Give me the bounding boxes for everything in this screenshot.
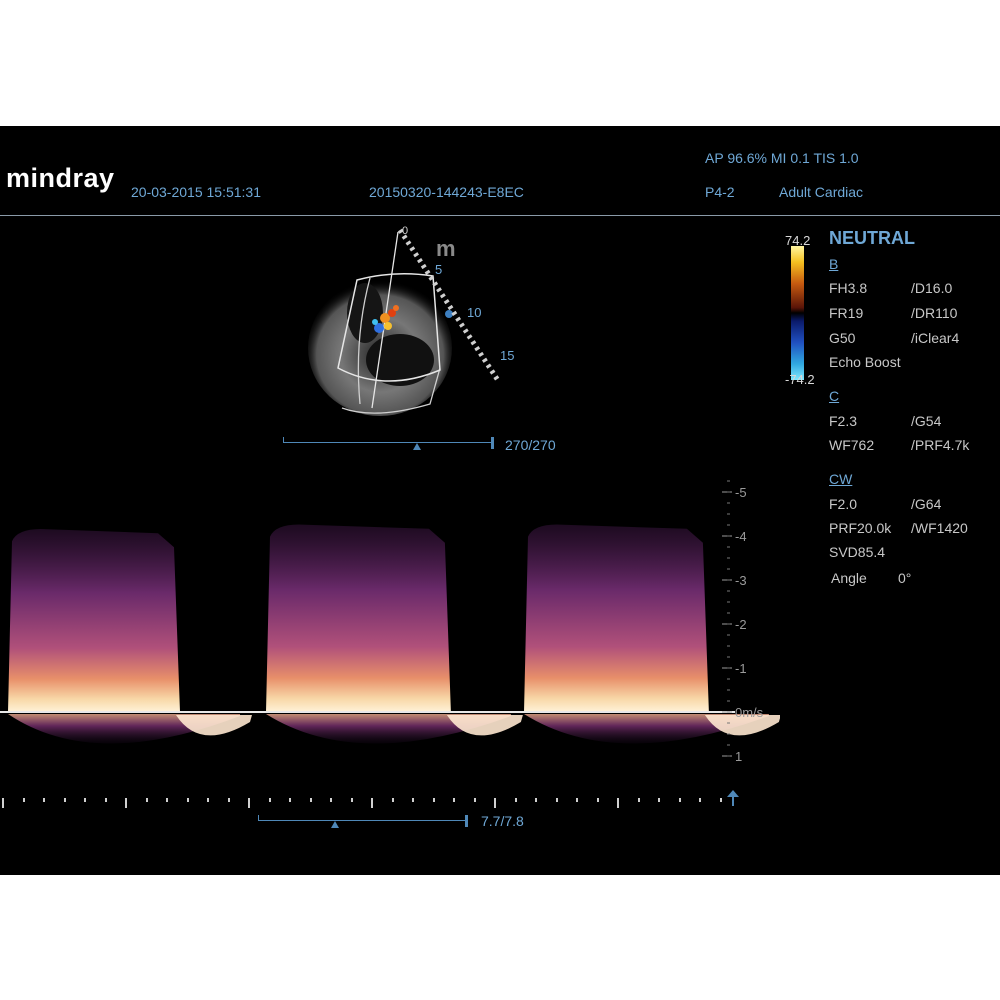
time-tick xyxy=(309,798,312,802)
time-tick xyxy=(535,798,537,802)
time-tick xyxy=(494,798,496,808)
time-tick xyxy=(289,798,291,802)
cw-mode-header: CW xyxy=(829,471,853,487)
depth-tick: 15 xyxy=(500,348,514,363)
probe-name: P4-2 xyxy=(705,184,735,200)
scale-tick-label: 1 xyxy=(735,749,742,764)
time-tick xyxy=(104,798,107,802)
time-tick xyxy=(84,798,86,802)
cw-param-left: F2.0 xyxy=(829,496,858,512)
time-tick xyxy=(22,798,25,802)
time-counter: 7.7/7.8 xyxy=(481,813,524,829)
angle-label: Angle xyxy=(831,570,867,586)
cw-param-right: /G64 xyxy=(911,496,942,512)
depth-tick: 0 xyxy=(402,225,408,237)
time-tick xyxy=(658,798,660,802)
forward-flow-envelope xyxy=(266,524,451,712)
time-tick xyxy=(596,798,599,802)
b-param-right: /DR110 xyxy=(911,305,958,321)
time-tick xyxy=(371,798,373,808)
c-param-right: /PRF4.7k xyxy=(911,437,970,453)
time-tick xyxy=(248,798,250,808)
cine-end-marker xyxy=(491,437,494,449)
scale-tick-label: -2 xyxy=(735,617,747,632)
time-tick xyxy=(412,798,414,802)
time-tick xyxy=(268,798,271,802)
time-tick xyxy=(166,798,168,802)
scale-tick-label: -5 xyxy=(735,485,747,500)
time-tick xyxy=(555,798,558,802)
depth-tick: 5 xyxy=(435,262,442,277)
time-tick xyxy=(186,798,189,802)
time-tick xyxy=(391,798,394,802)
time-tick xyxy=(637,798,640,802)
exam-id: 20150320-144243-E8EC xyxy=(369,184,524,200)
svd-value: SVD85.4 xyxy=(829,544,886,560)
time-tick xyxy=(2,798,4,808)
time-tick xyxy=(473,798,476,802)
time-tick xyxy=(207,798,209,802)
time-tick xyxy=(699,798,701,802)
doppler-cine-scrollbar[interactable] xyxy=(258,820,466,821)
velocity-color-bar xyxy=(791,246,804,380)
power-readout: AP 96.6% MI 0.1 TIS 1.0 xyxy=(705,150,859,166)
time-tick xyxy=(330,798,332,802)
b-param-left: G50 xyxy=(829,330,856,346)
time-tick xyxy=(576,798,578,802)
time-tick xyxy=(145,798,148,802)
doppler-cine-position-marker[interactable] xyxy=(331,821,339,828)
color-mode-header: C xyxy=(829,388,840,404)
forward-flow-envelope xyxy=(8,528,180,712)
cw-param-left: PRF20.0k xyxy=(829,520,892,536)
frame-counter: 270/270 xyxy=(505,437,556,453)
preset-name: Adult Cardiac xyxy=(779,184,864,200)
time-tick xyxy=(719,798,722,802)
brand-logo: mindray xyxy=(6,163,115,193)
b-param-right: /D16.0 xyxy=(911,280,953,296)
b-param-right: /iClear4 xyxy=(911,330,960,346)
time-tick xyxy=(227,798,230,802)
doppler-cine-end-marker xyxy=(465,815,468,827)
time-scale xyxy=(0,798,740,808)
scale-tick-label: 0m/s xyxy=(735,705,764,720)
depth-marker: m xyxy=(436,236,456,261)
angle-value: 0° xyxy=(898,570,912,586)
ultrasound-screen: mindray 20-03-2015 15:51:31 20150320-144… xyxy=(0,126,1000,875)
spectral-doppler-trace: -5 -4 -3 -2 -1 0m/s 1 xyxy=(0,480,780,764)
c-param-right: /G54 xyxy=(911,413,942,429)
time-tick xyxy=(678,798,681,802)
cw-param-right: /WF1420 xyxy=(911,520,968,536)
c-param-left: WF762 xyxy=(829,437,875,453)
heart-chamber xyxy=(347,283,383,343)
doppler-cine-start-tick xyxy=(258,815,259,821)
colorbar-min: -74.2 xyxy=(785,372,815,387)
c-param-left: F2.3 xyxy=(829,413,858,429)
time-tick xyxy=(125,798,127,808)
scale-tick-label: -4 xyxy=(735,529,747,544)
time-tick xyxy=(514,798,517,802)
scale-tick-label: -3 xyxy=(735,573,747,588)
cine-start-tick xyxy=(283,437,284,443)
b-param-left: FH3.8 xyxy=(829,280,868,296)
twod-echo-view: m 0 5 10 15 xyxy=(308,225,514,416)
time-tick xyxy=(432,798,435,802)
sweep-marker-stem xyxy=(732,796,734,806)
time-tick xyxy=(43,798,45,802)
b-mode-header: B xyxy=(829,256,839,272)
cine-scrollbar[interactable] xyxy=(283,442,493,443)
b-param-left: FR19 xyxy=(829,305,864,321)
time-tick xyxy=(453,798,455,802)
header-divider xyxy=(0,215,1000,216)
time-tick xyxy=(617,798,619,808)
time-tick xyxy=(350,798,353,802)
forward-flow-envelope xyxy=(524,524,709,712)
exam-datetime: 20-03-2015 15:51:31 xyxy=(131,184,261,200)
time-tick xyxy=(63,798,66,802)
scale-tick-label: -1 xyxy=(735,661,747,676)
echo-boost-label: Echo Boost xyxy=(829,354,901,370)
cine-position-marker[interactable] xyxy=(413,443,421,450)
mode-title: NEUTRAL xyxy=(829,228,915,248)
depth-tick: 10 xyxy=(467,305,481,320)
